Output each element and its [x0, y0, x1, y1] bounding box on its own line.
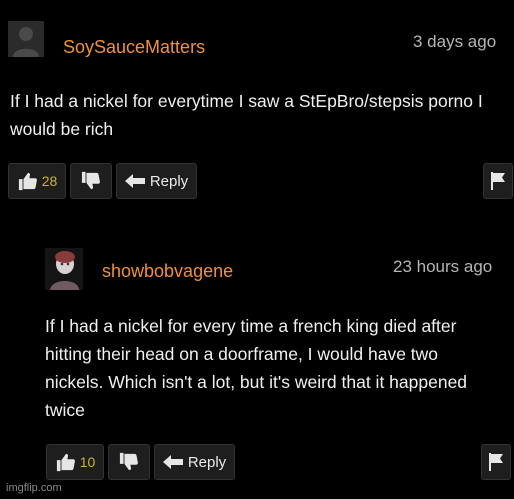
reply-button[interactable]: Reply [116, 163, 197, 199]
like-count: 10 [79, 454, 96, 470]
comment-timestamp: 23 hours ago [393, 257, 493, 276]
avatar[interactable] [8, 21, 44, 57]
like-count: 28 [41, 173, 58, 189]
comment-username[interactable]: showbobvagene [102, 261, 233, 282]
comment-username[interactable]: SoySauceMatters [63, 37, 205, 58]
like-button[interactable]: 10 [46, 444, 104, 480]
flag-icon [491, 172, 505, 190]
thumbs-down-icon [119, 452, 138, 471]
flag-button[interactable] [481, 444, 511, 480]
comments-section: SoySauceMatters 3 days ago If I had a ni… [0, 0, 514, 499]
reply-arrow-icon [124, 174, 145, 188]
user-photo-icon [45, 248, 83, 290]
avatar[interactable] [45, 248, 83, 290]
dislike-button[interactable] [108, 444, 150, 480]
reply-button[interactable]: Reply [154, 444, 235, 480]
thumbs-down-icon [81, 171, 100, 190]
comment-timestamp: 3 days ago [413, 32, 497, 51]
watermark: imgflip.com [6, 482, 62, 494]
flag-button[interactable] [483, 163, 513, 199]
flag-icon [489, 453, 503, 471]
like-button[interactable]: 28 [8, 163, 66, 199]
comment-text: If I had a nickel for everytime I saw a … [10, 91, 483, 139]
reply-label: Reply [149, 172, 189, 190]
reply-label: Reply [187, 453, 227, 471]
thumbs-up-icon [56, 453, 75, 472]
reply-arrow-icon [162, 455, 183, 469]
user-silhouette-icon [8, 21, 44, 57]
thumbs-up-icon [18, 172, 37, 191]
comment-text: If I had a nickel for every time a frenc… [45, 316, 468, 420]
dislike-button[interactable] [70, 163, 112, 199]
